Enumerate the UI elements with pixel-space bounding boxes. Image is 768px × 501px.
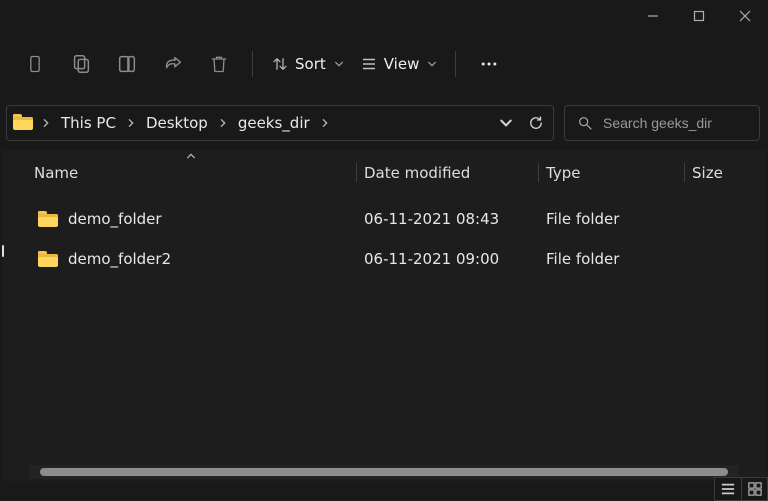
cut-button[interactable] bbox=[12, 42, 58, 86]
column-label: Size bbox=[692, 164, 723, 182]
toolbar-separator bbox=[455, 51, 456, 77]
file-name: demo_folder bbox=[68, 210, 162, 228]
maximize-icon bbox=[693, 10, 705, 22]
delete-button[interactable] bbox=[196, 42, 242, 86]
thumbnails-view-toggle[interactable] bbox=[741, 478, 767, 500]
chevron-down-icon bbox=[499, 116, 513, 130]
nav-pane-collapsed[interactable] bbox=[2, 151, 26, 481]
list-item[interactable]: demo_folder 06-11-2021 08:43 File folder bbox=[26, 199, 766, 239]
chevron-right-icon bbox=[122, 118, 140, 128]
chevron-down-icon bbox=[334, 59, 344, 69]
close-icon bbox=[739, 10, 751, 22]
folder-icon bbox=[38, 211, 58, 227]
view-label: View bbox=[384, 55, 420, 73]
file-name: demo_folder2 bbox=[68, 250, 171, 268]
file-panel: Name Date modified Type Size bbox=[26, 151, 766, 481]
column-label: Name bbox=[34, 164, 78, 182]
trash-icon bbox=[209, 54, 229, 74]
breadcrumb-item-label: geeks_dir bbox=[238, 114, 310, 132]
search-input[interactable] bbox=[603, 115, 768, 131]
list-item[interactable]: demo_folder2 06-11-2021 09:00 File folde… bbox=[26, 239, 766, 279]
breadcrumb[interactable]: This PC Desktop geeks_dir bbox=[6, 105, 554, 141]
column-header: Name Date modified Type Size bbox=[26, 151, 766, 191]
copy-button[interactable] bbox=[58, 42, 104, 86]
share-icon bbox=[162, 53, 184, 75]
file-type: File folder bbox=[546, 210, 619, 228]
view-dropdown[interactable]: View bbox=[352, 49, 446, 79]
more-horizontal-icon bbox=[479, 54, 499, 74]
column-header-type[interactable]: Type bbox=[538, 155, 684, 190]
close-button[interactable] bbox=[722, 0, 768, 32]
breadcrumb-folder-icon bbox=[13, 112, 35, 134]
file-explorer-window: Sort View bbox=[0, 0, 768, 501]
file-date: 06-11-2021 09:00 bbox=[364, 250, 499, 268]
search-box[interactable] bbox=[564, 105, 760, 141]
toolbar-separator bbox=[252, 51, 253, 77]
refresh-button[interactable] bbox=[527, 114, 545, 132]
sort-ascending-icon bbox=[186, 151, 196, 161]
thumbnails-view-icon bbox=[748, 482, 762, 496]
chevron-right-icon bbox=[316, 118, 334, 128]
breadcrumb-item[interactable]: This PC bbox=[57, 110, 120, 136]
paste-button[interactable] bbox=[104, 42, 150, 86]
copy-icon bbox=[70, 53, 92, 75]
file-list: demo_folder 06-11-2021 08:43 File folder… bbox=[26, 191, 766, 279]
column-header-name[interactable]: Name bbox=[26, 155, 356, 190]
column-label: Type bbox=[546, 164, 580, 182]
details-view-toggle[interactable] bbox=[715, 478, 741, 500]
chevron-right-icon bbox=[214, 118, 232, 128]
breadcrumb-item[interactable]: geeks_dir bbox=[234, 110, 314, 136]
more-button[interactable] bbox=[466, 42, 512, 86]
cut-icon bbox=[25, 54, 45, 74]
history-dropdown-button[interactable] bbox=[499, 116, 513, 130]
file-type: File folder bbox=[546, 250, 619, 268]
column-header-size[interactable]: Size bbox=[684, 155, 766, 190]
nav-row: This PC Desktop geeks_dir bbox=[0, 96, 768, 150]
search-icon bbox=[577, 115, 593, 131]
breadcrumb-actions bbox=[499, 114, 545, 132]
status-bar bbox=[714, 477, 768, 501]
titlebar bbox=[0, 0, 768, 32]
chevron-down-icon bbox=[427, 59, 437, 69]
refresh-icon bbox=[527, 114, 545, 132]
file-date: 06-11-2021 08:43 bbox=[364, 210, 499, 228]
breadcrumb-item-label: Desktop bbox=[146, 114, 208, 132]
column-label: Date modified bbox=[364, 164, 470, 182]
sort-dropdown[interactable]: Sort bbox=[263, 49, 352, 79]
breadcrumb-item-label: This PC bbox=[61, 114, 116, 132]
paste-icon bbox=[116, 53, 138, 75]
breadcrumb-item[interactable]: Desktop bbox=[142, 110, 212, 136]
folder-icon bbox=[38, 251, 58, 267]
minimize-button[interactable] bbox=[630, 0, 676, 32]
minimize-icon bbox=[647, 10, 659, 22]
view-list-icon bbox=[360, 55, 378, 73]
maximize-button[interactable] bbox=[676, 0, 722, 32]
details-view-icon bbox=[721, 482, 735, 496]
sort-label: Sort bbox=[295, 55, 326, 73]
toolbar: Sort View bbox=[0, 32, 768, 96]
share-button[interactable] bbox=[150, 42, 196, 86]
horizontal-scrollbar[interactable] bbox=[30, 465, 738, 479]
content-area: Name Date modified Type Size bbox=[2, 150, 766, 481]
column-header-date[interactable]: Date modified bbox=[356, 155, 538, 190]
sort-icon bbox=[271, 55, 289, 73]
chevron-right-icon bbox=[37, 118, 55, 128]
